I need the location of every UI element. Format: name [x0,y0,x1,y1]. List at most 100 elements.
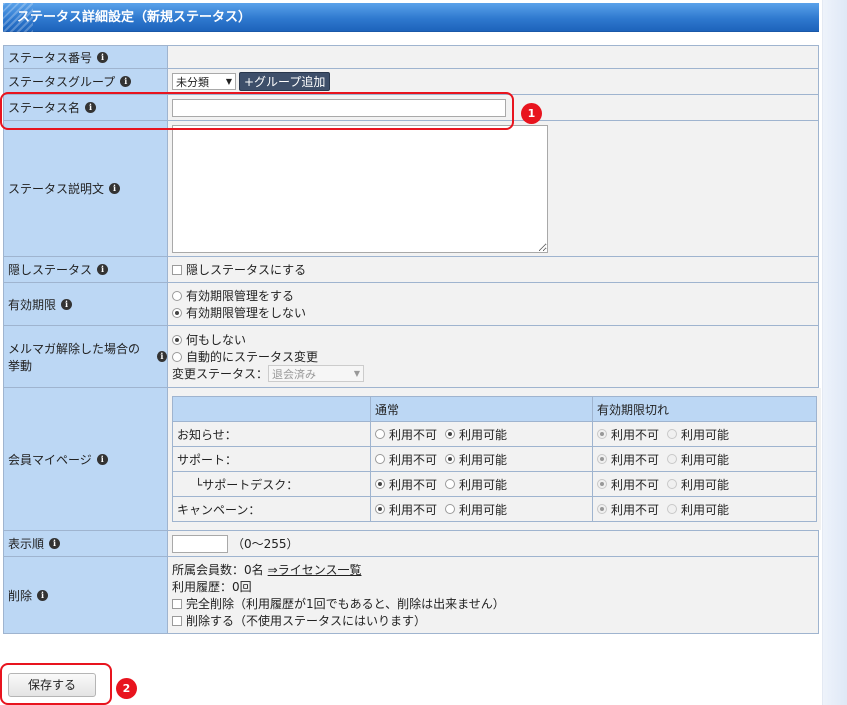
row-unsubscribe-behavior: メルマガ解除した場合の挙動 i 何もしない 自動的にステータス変更 変更ステータ… [4,326,818,388]
radio-option: 利用不可 [375,501,437,518]
radio-label: 利用可能 [459,502,508,517]
delete-value: 所属会員数：0名 ⇒ライセンス一覧 利用履歴：0回 完全削除（利用履歴が1回でも… [168,557,818,633]
hidden-status-checkbox[interactable] [172,264,182,275]
mypage-expired-available-radio[interactable] [667,504,678,514]
status-group-value: 未分類 ▼ +グループ追加 [168,69,818,94]
mypage-normal-cell: 利用不可 利用可能 [370,446,593,472]
radio-label: 利用可能 [459,427,508,442]
info-icon[interactable]: i [61,298,73,310]
dropdown-arrow-icon: ▼ [225,77,232,86]
radio-option: 利用可能 [667,476,729,493]
delete-label: 削除 [8,588,33,603]
radio-label: 利用可能 [681,452,730,467]
radio-option: 利用不可 [597,426,659,443]
mypage-normal-unavailable-radio[interactable] [375,454,385,464]
expiration-no-manage-label: 有効期限管理をしない [186,306,307,320]
mypage-normal-available-radio[interactable] [445,504,456,514]
label-cell: メルマガ解除した場合の挙動 i [4,326,168,387]
table-header-expired: 有効期限切れ [592,396,817,422]
full-delete-checkbox[interactable] [172,598,182,609]
hidden-status-value: 隠しステータスにする [168,257,818,282]
expiration-manage-label: 有効期限管理をする [186,289,295,303]
display-order-input[interactable] [172,534,228,553]
unsubscribe-behavior-label: メルマガ解除した場合の挙動 [8,341,141,373]
radio-label: 利用可能 [681,502,730,517]
soft-delete-checkbox[interactable] [172,615,182,626]
status-group-select[interactable]: 未分類 ▼ [172,73,236,90]
mypage-expired-available-radio[interactable] [667,429,678,439]
radio-label: 利用可能 [459,452,508,467]
table-header-empty [172,396,371,422]
info-icon[interactable]: i [120,76,132,87]
member-mypage-label: 会員マイページ [8,452,92,467]
right-edge-strip [822,0,847,705]
callout-status-name [0,92,514,130]
soft-delete-label: 削除する（不使用ステータスにはいります） [186,614,427,628]
page-title: ステータス詳細設定（新規ステータス） [3,3,819,32]
status-description-textarea[interactable] [172,124,548,253]
mypage-normal-unavailable-radio[interactable] [375,429,385,439]
hidden-status-checkbox-label: 隠しステータスにする [186,263,307,277]
info-icon[interactable]: i [96,453,108,465]
radio-option: 利用可能 [445,476,507,493]
mypage-permissions-table: 通常 有効期限切れ お知らせ： 利用不可 利用可能 利用不可 利用可能 サポート： 利用不可… [172,396,817,522]
mypage-normal-cell: 利用不可 利用可能 [370,421,593,447]
expiration-value: 有効期限管理をする 有効期限管理をしない [168,283,818,325]
radio-option: 利用不可 [597,476,659,493]
row-delete: 削除 i 所属会員数：0名 ⇒ライセンス一覧 利用履歴：0回 完全削除（利用履歴… [4,557,818,633]
radio-option: 利用可能 [667,501,729,518]
table-row: キャンペーン： 利用不可 利用可能 利用不可 利用可能 [172,496,817,522]
change-status-selected: 退会済み [272,367,317,381]
unsubscribe-nothing-label: 何もしない [186,333,247,347]
member-count-text: 所属会員数：0名 [172,563,264,577]
member-mypage-value: 通常 有効期限切れ お知らせ： 利用不可 利用可能 利用不可 利用可能 サポート： 利用不可… [168,388,821,530]
add-group-button[interactable]: +グループ追加 [239,72,331,91]
radio-label: 利用可能 [681,477,730,492]
usage-count-text: 利用履歴：0回 [172,580,252,594]
mypage-normal-available-radio[interactable] [445,454,456,464]
table-header-row: 通常 有効期限切れ [172,396,817,422]
mypage-expired-unavailable-radio[interactable] [597,479,607,489]
info-icon[interactable]: i [109,183,121,194]
license-list-link[interactable]: ⇒ライセンス一覧 [268,561,362,578]
row-status-description: ステータス説明文 i [4,121,818,257]
callout-save [0,663,112,705]
display-order-range: （0～255） [232,537,299,551]
mypage-normal-available-radio[interactable] [445,479,456,489]
radio-label: 利用不可 [389,427,438,442]
mypage-expired-unavailable-radio[interactable] [597,454,607,464]
mypage-normal-unavailable-radio[interactable] [375,479,385,489]
mypage-expired-unavailable-radio[interactable] [597,429,607,439]
info-icon[interactable]: i [97,51,109,63]
table-row: お知らせ： 利用不可 利用可能 利用不可 利用可能 [172,421,817,447]
expiration-manage-radio[interactable] [172,290,182,301]
mypage-item-name: └サポートデスク： [172,471,371,497]
mypage-expired-available-radio[interactable] [667,454,678,464]
unsubscribe-auto-change-radio[interactable] [172,351,182,362]
radio-label: 利用不可 [611,452,660,467]
row-hidden-status: 隠しステータス i 隠しステータスにする [4,257,818,283]
mypage-expired-unavailable-radio[interactable] [597,504,607,514]
info-icon[interactable]: i [97,264,109,275]
radio-label: 利用不可 [389,477,438,492]
display-order-label: 表示順 [8,537,45,551]
info-icon[interactable]: i [37,589,49,601]
table-row: └サポートデスク： 利用不可 利用可能 利用不可 利用可能 [172,471,817,497]
mypage-expired-available-radio[interactable] [667,479,678,489]
unsubscribe-nothing-radio[interactable] [172,334,182,345]
expiration-no-manage-radio[interactable] [172,307,182,318]
radio-option: 利用可能 [445,501,507,518]
label-cell: 会員マイページ i [4,388,168,530]
radio-label: 利用不可 [389,452,438,467]
radio-label: 利用不可 [611,477,660,492]
mypage-normal-unavailable-radio[interactable] [375,504,385,514]
change-status-select[interactable]: 退会済み ▼ [268,365,365,382]
mypage-normal-available-radio[interactable] [445,429,456,439]
radio-label: 利用不可 [389,502,438,517]
label-cell: ステータス説明文 i [4,121,168,256]
status-group-label: ステータスグループ [8,75,116,89]
mypage-normal-cell: 利用不可 利用可能 [370,496,593,522]
info-icon[interactable]: i [49,538,61,549]
info-icon[interactable]: i [156,351,167,362]
row-expiration: 有効期限 i 有効期限管理をする 有効期限管理をしない [4,283,818,326]
